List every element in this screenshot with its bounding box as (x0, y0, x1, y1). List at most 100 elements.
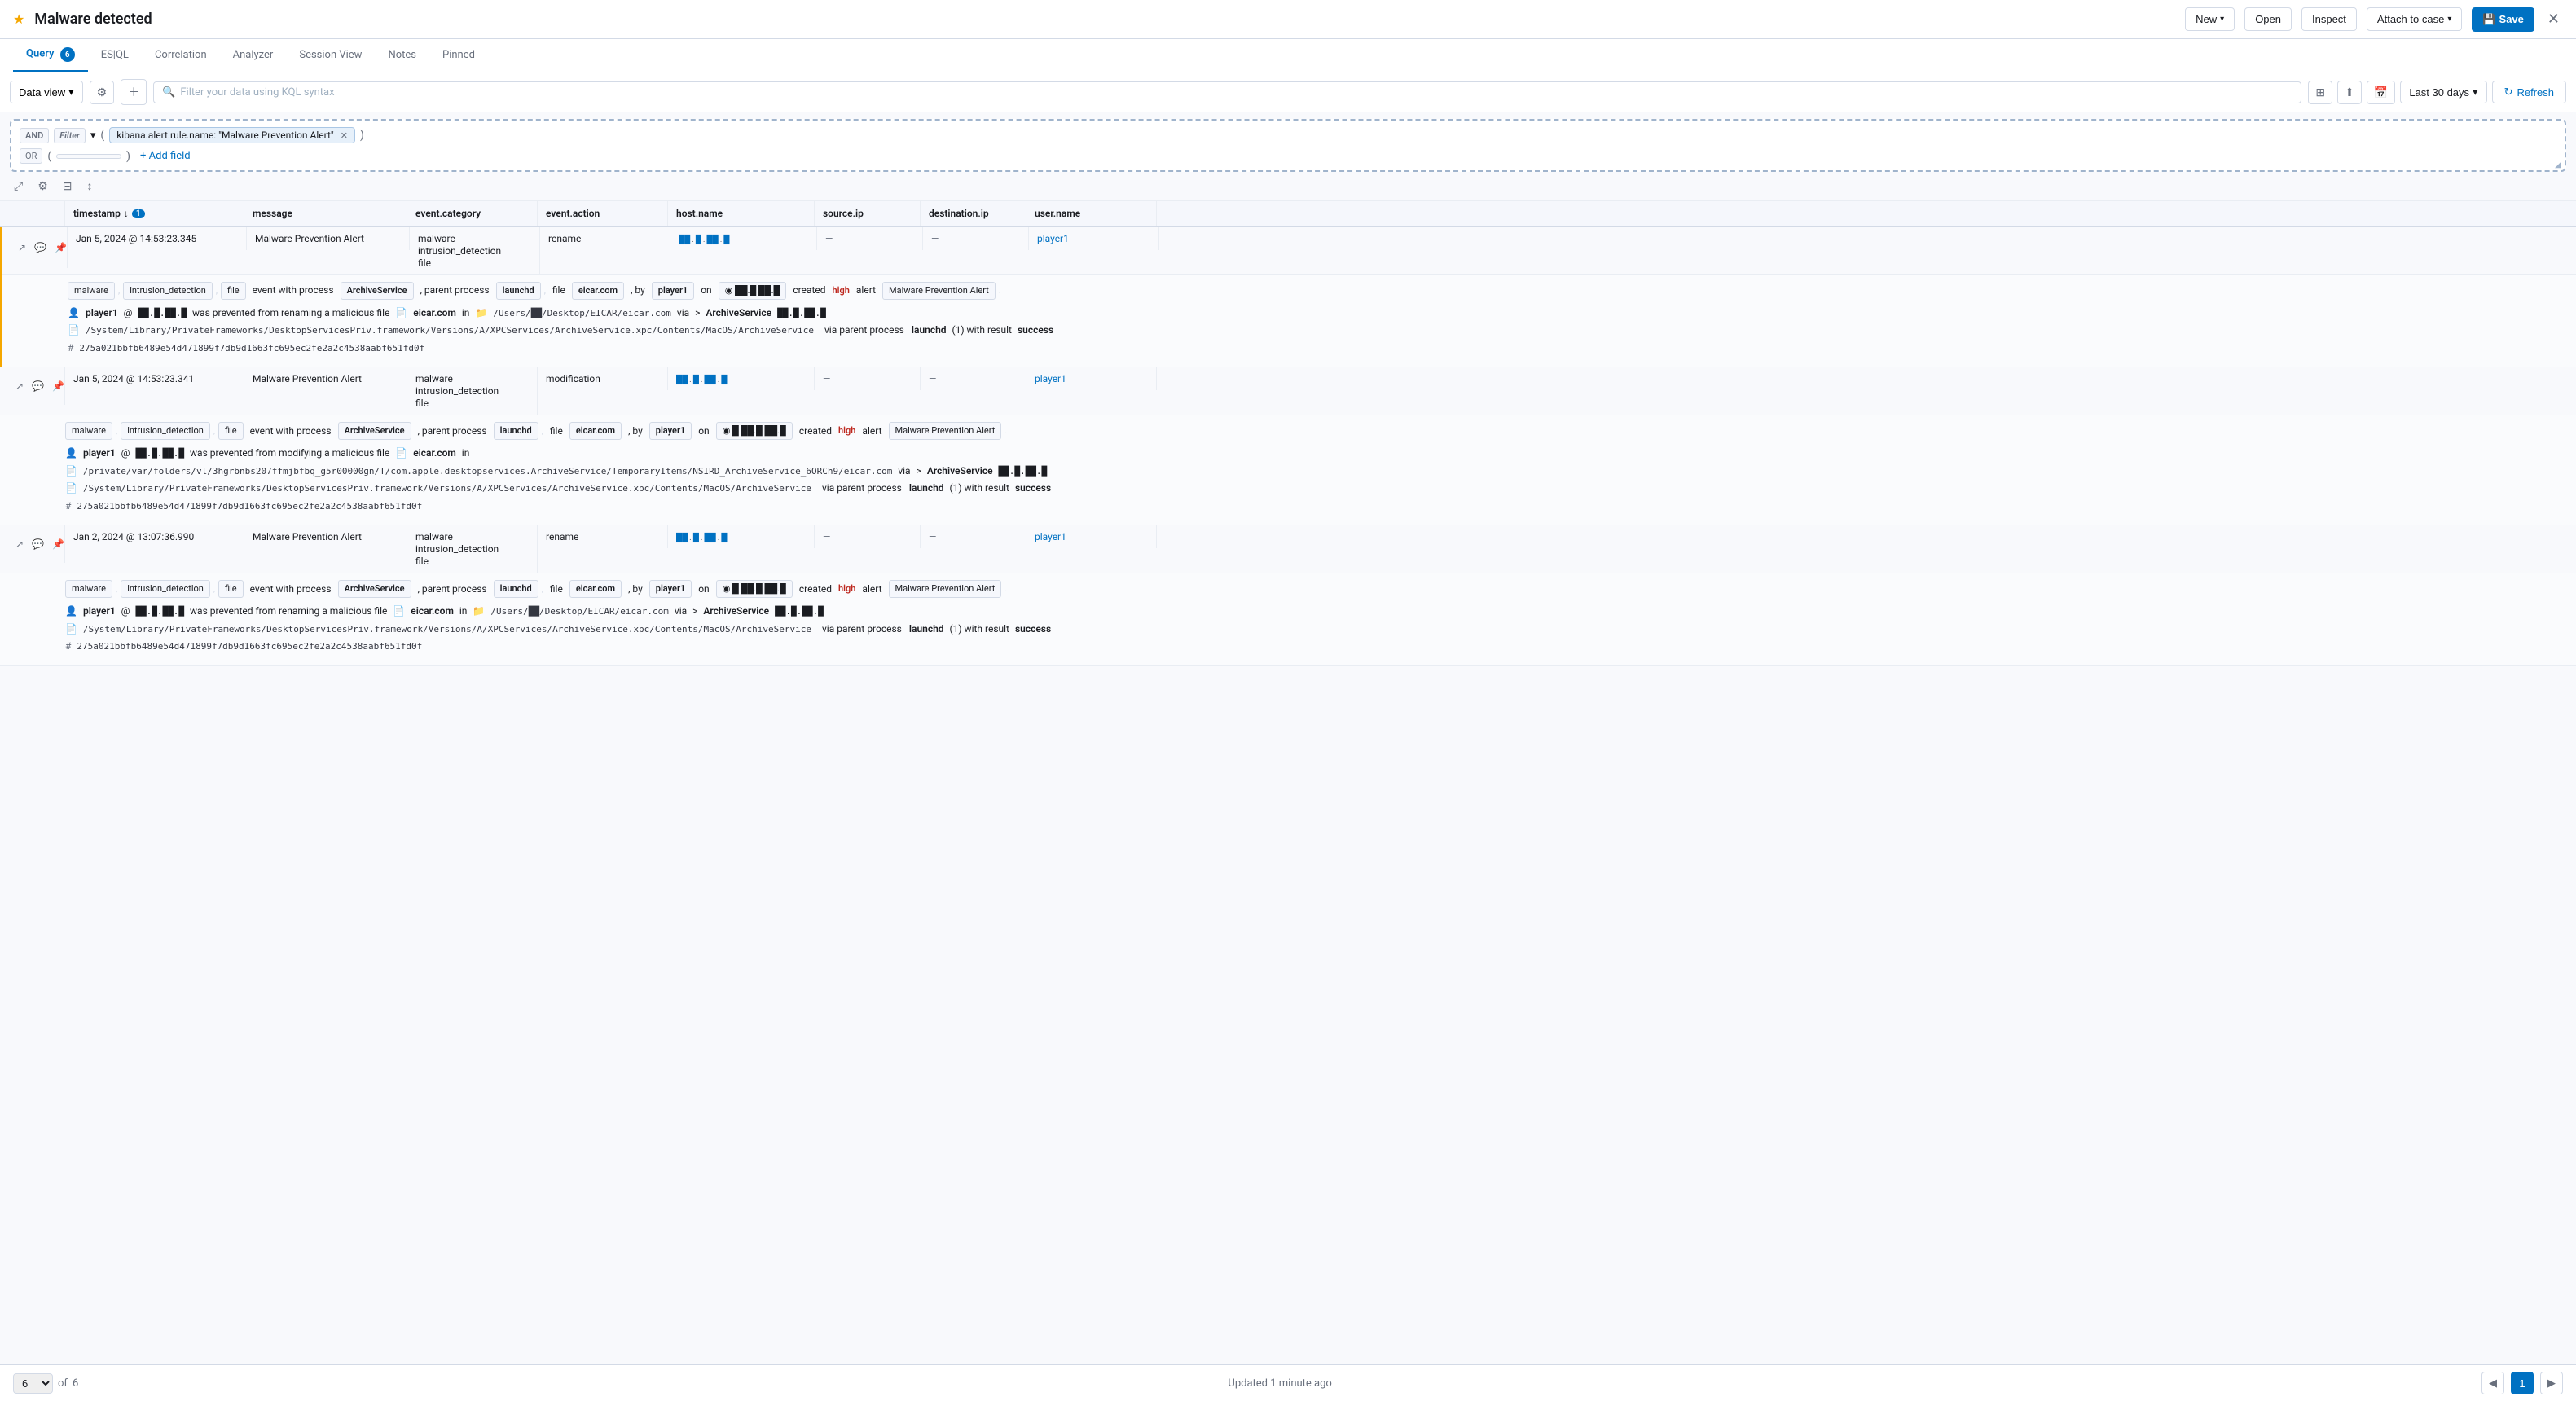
data-view-button[interactable]: Data view ▾ (10, 81, 83, 103)
tab-analyzer[interactable]: Analyzer (220, 41, 287, 71)
filter-options-button[interactable]: ⚙ (90, 81, 115, 104)
tag: player1 (652, 282, 694, 300)
event-with-process-text: event with process (250, 582, 332, 597)
star-icon[interactable]: ★ (13, 11, 24, 27)
row3-controls: ↗ 💬 📌 ••• ⊙ (0, 525, 65, 563)
inspect-button[interactable]: Inspect (2301, 7, 2357, 31)
file-doc-icon: 📄 (395, 447, 407, 459)
row2-event-action: modification (538, 367, 668, 390)
row2-pin-icon[interactable]: 📌 (50, 379, 65, 393)
share-button[interactable]: ⬆ (2337, 81, 2362, 104)
add-field-button[interactable]: + Add field (135, 148, 196, 164)
plus-icon: ＋ (128, 84, 139, 100)
source-ip-label: source.ip (823, 208, 864, 219)
prev-page-button[interactable]: ◀ (2481, 1372, 2504, 1394)
row1-message: Malware Prevention Alert (247, 227, 410, 250)
page-1-button[interactable]: 1 (2511, 1372, 2534, 1394)
filter-label: Filter (54, 128, 86, 143)
row2-detail-tags: malware , intrusion_detection , file eve… (65, 422, 2566, 440)
save-icon: 💾 (2482, 13, 2495, 26)
table-row: ↗ 💬 📌 ••• ⊙ Jan 5, 2024 @ 14:53:23.341 M… (0, 367, 2576, 525)
tabs-bar: Query 6 ES|QL Correlation Analyzer Sessi… (0, 39, 2576, 72)
tab-correlation[interactable]: Correlation (142, 41, 220, 71)
tag: file (218, 580, 244, 598)
row3-comment-icon[interactable]: 💬 (29, 537, 46, 551)
new-button[interactable]: New ▾ (2185, 7, 2235, 31)
result-main-row3: ↗ 💬 📌 ••• ⊙ Jan 2, 2024 @ 13:07:36.990 M… (0, 525, 2576, 573)
row3-pin-icon[interactable]: 📌 (50, 537, 65, 551)
save-button[interactable]: 💾 Save (2472, 7, 2534, 32)
refresh-button[interactable]: ↻ Refresh (2492, 81, 2566, 103)
filter-close-icon[interactable]: ✕ (341, 130, 348, 141)
table-view-icon[interactable]: ⊟ (59, 178, 77, 195)
tag: intrusion_detection (121, 580, 210, 598)
on-text: on (698, 424, 709, 439)
new-chevron-icon: ▾ (2220, 15, 2224, 24)
content-area: ⤢ ⚙ ⊟ ↕ timestamp ↓ 1 message (0, 172, 2576, 1401)
row3-expanded-detail: malware , intrusion_detection , file eve… (0, 573, 2576, 665)
th-timestamp[interactable]: timestamp ↓ 1 (65, 201, 244, 226)
row1-timestamp: Jan 5, 2024 @ 14:53:23.345 (68, 227, 247, 250)
severity-badge: high (838, 582, 855, 596)
parent-process-text: , parent process (418, 424, 487, 439)
table-row: ↗ 💬 📌 ••• ⊙ Jan 2, 2024 @ 13:07:36.990 M… (0, 525, 2576, 665)
time-range-button[interactable]: Last 30 days ▾ (2400, 81, 2486, 103)
sort-asc-icon[interactable]: ↕ (83, 177, 97, 195)
th-host-name[interactable]: host.name (668, 201, 815, 226)
resize-handle-icon[interactable]: ◢ (2555, 160, 2563, 169)
result-main-row2: ↗ 💬 📌 ••• ⊙ Jan 5, 2024 @ 14:53:23.341 M… (0, 367, 2576, 415)
tab-query[interactable]: Query 6 (13, 39, 88, 72)
tab-session-view[interactable]: Session View (286, 41, 375, 71)
open-button[interactable]: Open (2244, 7, 2292, 31)
row1-user-name: player1 (1029, 227, 1159, 250)
search-bar[interactable]: 🔍 Filter your data using KQL syntax (153, 81, 2301, 103)
row1-comment-icon[interactable]: 💬 (32, 240, 49, 255)
row2-expand-icon[interactable]: ↗ (13, 379, 26, 393)
hash-icon: # (65, 500, 71, 512)
rows-per-page-select[interactable]: 6 10 25 50 (13, 1373, 53, 1394)
th-event-category[interactable]: event.category (407, 201, 538, 226)
attach-to-case-button[interactable]: Attach to case ▾ (2367, 7, 2462, 31)
tab-notes[interactable]: Notes (375, 41, 429, 71)
calendar-button[interactable]: 📅 (2367, 81, 2395, 104)
row1-expand-icon[interactable]: ↗ (15, 240, 29, 255)
expand-columns-icon[interactable]: ⤢ (10, 178, 27, 195)
data-view-chevron-icon: ▾ (68, 86, 74, 99)
table-row: ↗ 💬 📌 ••• Jan 5, 2024 @ 14:53:23.345 (0, 227, 2576, 367)
th-message[interactable]: message (244, 201, 407, 226)
file-text: file (550, 424, 563, 439)
header: ★ Malware detected New ▾ Open Inspect At… (0, 0, 2576, 39)
filter-chip[interactable]: kibana.alert.rule.name: "Malware Prevent… (109, 127, 355, 143)
table-header: timestamp ↓ 1 message event.category eve… (0, 201, 2576, 227)
tab-esql[interactable]: ES|QL (88, 41, 142, 71)
row3-expand-icon[interactable]: ↗ (13, 537, 26, 551)
th-user-name[interactable]: user.name (1026, 201, 1157, 226)
th-event-action[interactable]: event.action (538, 201, 668, 226)
on-text: on (701, 283, 711, 298)
created-text: created (793, 283, 825, 298)
of-text: of (58, 1377, 68, 1390)
path-icon: 📄 (65, 623, 77, 635)
row2-expanded-detail: malware , intrusion_detection , file eve… (0, 415, 2576, 525)
next-page-button[interactable]: ▶ (2540, 1372, 2563, 1394)
settings-icon[interactable]: ⚙ (33, 178, 52, 195)
open-paren2: ( (47, 150, 51, 163)
agent-badge: ◉ █ ██.█ ██.█ (716, 580, 793, 598)
add-filter-button[interactable]: ＋ (121, 79, 147, 105)
row2-comment-icon[interactable]: 💬 (29, 379, 46, 393)
columns-button[interactable]: ⊞ (2308, 81, 2332, 104)
tag: intrusion_detection (121, 422, 210, 440)
close-paren2: ) (126, 150, 130, 163)
hash-icon: # (68, 342, 73, 354)
tab-pinned[interactable]: Pinned (429, 41, 488, 71)
close-icon[interactable]: ✕ (2544, 7, 2563, 31)
path-icon: 📄 (65, 465, 77, 477)
table-scroll[interactable]: timestamp ↓ 1 message event.category eve… (0, 201, 2576, 1401)
empty-bracket (56, 154, 121, 159)
footer-center: Updated 1 minute ago (1228, 1377, 1331, 1390)
destination-ip-label: destination.ip (929, 208, 989, 219)
th-source-ip[interactable]: source.ip (815, 201, 921, 226)
and-label: AND (20, 128, 49, 143)
th-destination-ip[interactable]: destination.ip (921, 201, 1026, 226)
row1-pin-icon[interactable]: 📌 (52, 240, 68, 255)
